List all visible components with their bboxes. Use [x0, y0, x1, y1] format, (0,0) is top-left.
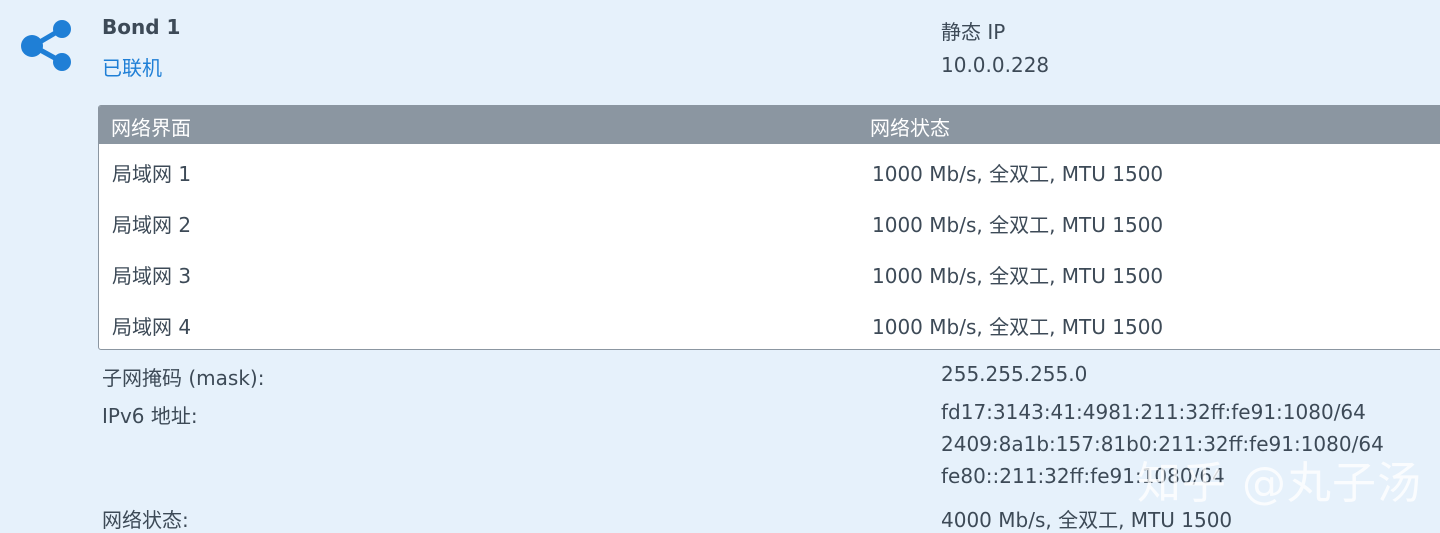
bond-title: Bond 1: [102, 15, 181, 39]
bond-status: 已联机: [102, 56, 162, 80]
table-row[interactable]: 局域网 2 1000 Mb/s, 全双工, MTU 1500: [99, 195, 1440, 246]
table-row[interactable]: 局域网 4 1000 Mb/s, 全双工, MTU 1500: [99, 297, 1440, 348]
header-interface[interactable]: 网络界面: [111, 112, 191, 141]
table-row[interactable]: 局域网 3 1000 Mb/s, 全双工, MTU 1500: [99, 246, 1440, 297]
interface-name: 局域网 3: [112, 264, 192, 288]
interface-table: 网络界面 网络状态 局域网 1 1000 Mb/s, 全双工, MTU 1500…: [98, 105, 1440, 350]
header-status[interactable]: 网络状态: [870, 112, 950, 141]
ip-address: 10.0.0.228: [941, 53, 1050, 77]
ipv6-address: fd17:3143:41:4981:211:32ff:fe91:1080/64: [941, 400, 1366, 424]
table-row[interactable]: 局域网 1 1000 Mb/s, 全双工, MTU 1500: [99, 144, 1440, 195]
share-network-icon: [18, 18, 76, 76]
interface-name: 局域网 1: [112, 162, 192, 186]
subnet-mask-value: 255.255.255.0: [941, 362, 1088, 386]
table-header: 网络界面 网络状态: [99, 106, 1440, 144]
interface-state: 1000 Mb/s, 全双工, MTU 1500: [872, 315, 1164, 339]
subnet-mask-label: 子网掩码 (mask):: [102, 366, 265, 390]
ip-mode: 静态 IP: [941, 20, 1006, 44]
interface-name: 局域网 4: [112, 315, 192, 339]
ipv6-label: IPv6 地址:: [102, 404, 198, 428]
network-state-label: 网络状态:: [102, 508, 189, 532]
watermark: 知乎 @丸子汤: [1137, 458, 1422, 509]
interface-name: 局域网 2: [112, 213, 192, 237]
interface-state: 1000 Mb/s, 全双工, MTU 1500: [872, 264, 1164, 288]
interface-state: 1000 Mb/s, 全双工, MTU 1500: [872, 162, 1164, 186]
interface-state: 1000 Mb/s, 全双工, MTU 1500: [872, 213, 1164, 237]
